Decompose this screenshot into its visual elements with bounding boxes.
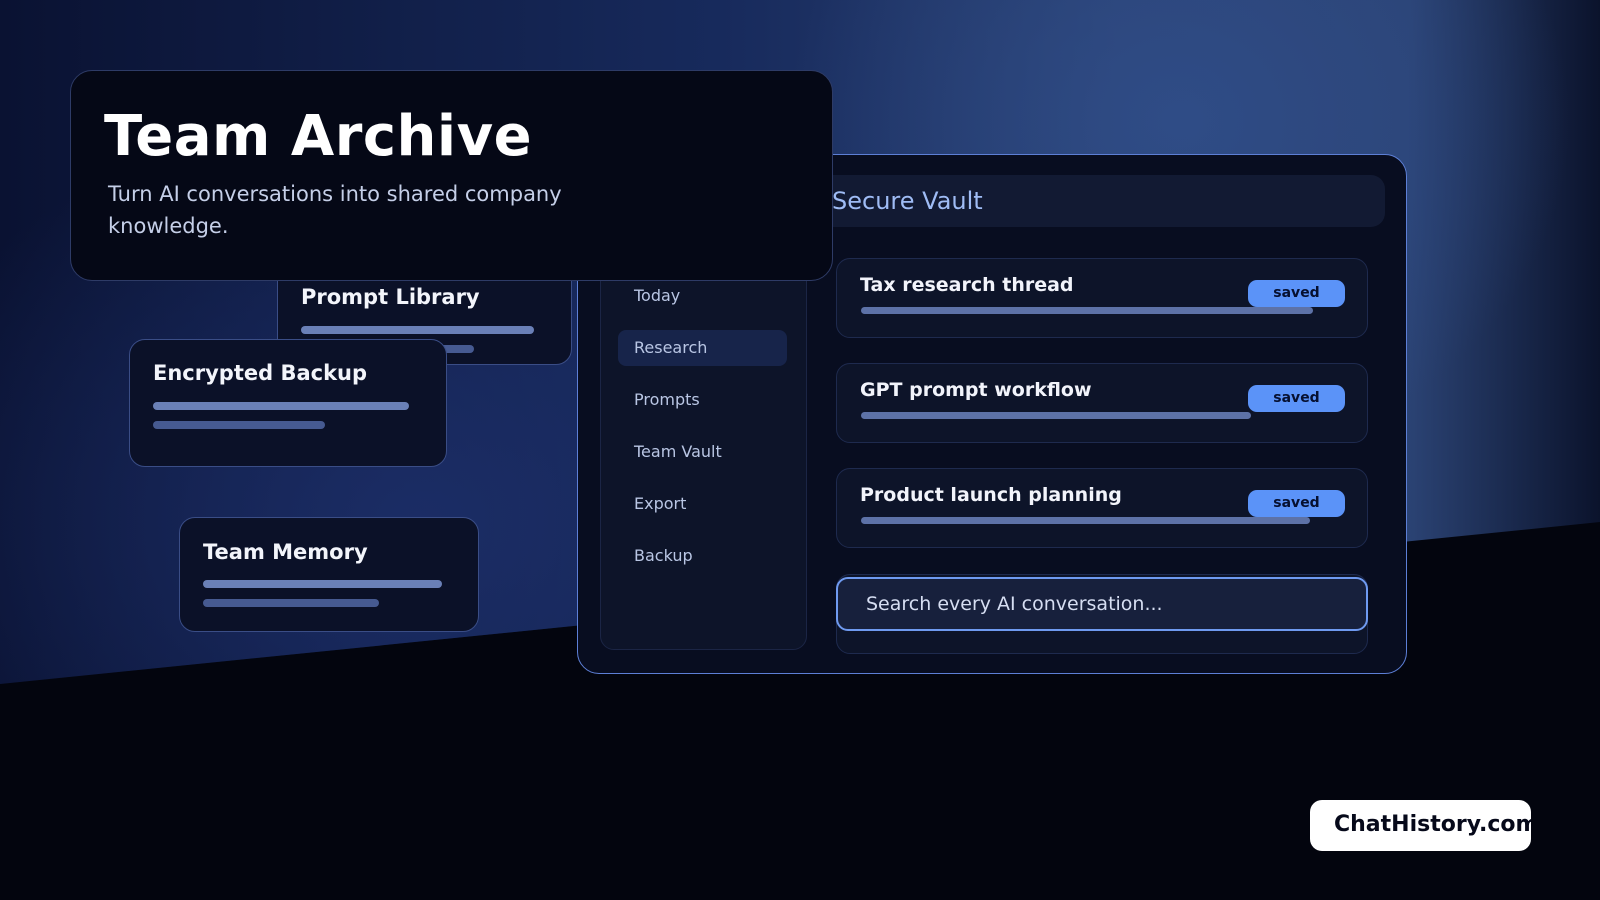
feature-line xyxy=(153,402,409,410)
conversation-title: GPT prompt workflow xyxy=(860,379,1092,401)
conversation-title: Tax research thread xyxy=(860,274,1074,296)
sidebar-item-export[interactable]: Export xyxy=(618,486,787,522)
feature-card-team-memory xyxy=(179,517,479,632)
conversation-preview-bar xyxy=(861,307,1313,314)
feature-title: Encrypted Backup xyxy=(153,361,368,385)
page-subtitle: Turn AI conversations into shared compan… xyxy=(108,182,562,238)
brand-label: ChatHistory.com xyxy=(1334,812,1531,837)
page-title: Team Archive xyxy=(104,104,533,169)
saved-badge: saved xyxy=(1248,280,1345,307)
feature-title: Team Memory xyxy=(203,540,368,564)
brand-badge[interactable]: ChatHistory.com xyxy=(1310,800,1531,851)
sidebar-item-research[interactable]: Research xyxy=(618,330,787,366)
vault-title: Secure Vault xyxy=(832,187,983,215)
conversation-preview-bar xyxy=(861,412,1251,419)
conversation-preview-bar xyxy=(861,517,1310,524)
feature-line xyxy=(203,599,379,607)
feature-line xyxy=(301,326,534,334)
feature-title: Prompt Library xyxy=(301,285,480,309)
saved-badge: saved xyxy=(1248,490,1345,517)
conversation-title: Product launch planning xyxy=(860,484,1122,506)
sidebar-item-today[interactable]: Today xyxy=(618,278,787,314)
sidebar-item-team-vault[interactable]: Team Vault xyxy=(618,434,787,470)
sidebar-item-prompts[interactable]: Prompts xyxy=(618,382,787,418)
sidebar-item-backup[interactable]: Backup xyxy=(618,538,787,574)
feature-line xyxy=(203,580,442,588)
hero-card xyxy=(70,70,833,281)
search-input[interactable] xyxy=(836,577,1368,631)
feature-line xyxy=(153,421,325,429)
saved-badge: saved xyxy=(1248,385,1345,412)
